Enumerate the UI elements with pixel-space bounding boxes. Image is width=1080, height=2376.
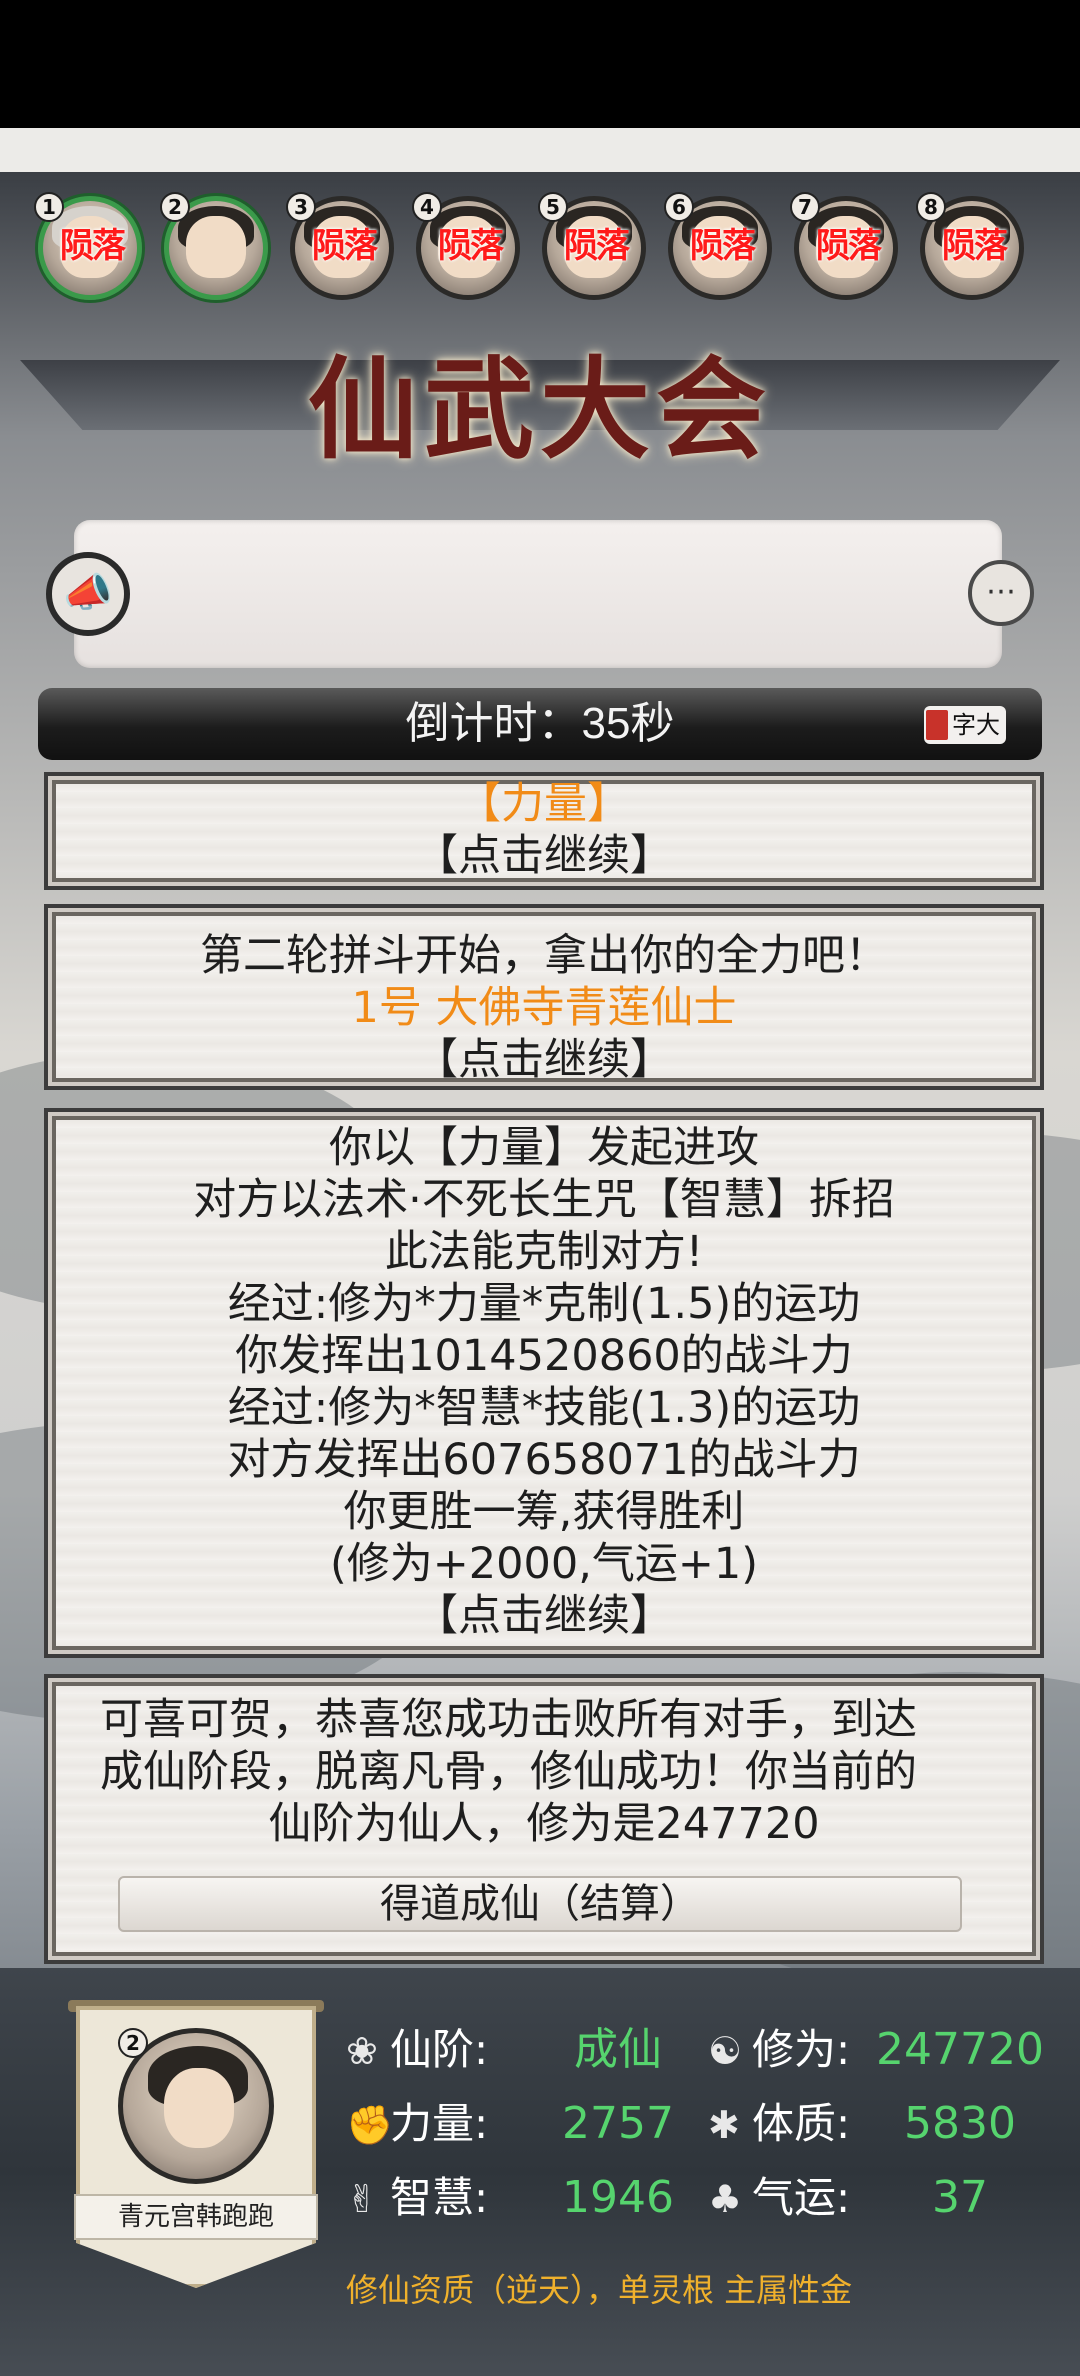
continue-prompt[interactable]: 【点击继续】 [48, 830, 1040, 882]
aptitude-text: 修仙资质（逆天），单灵根 主属性金 [346, 2271, 853, 2309]
victory-text-line: 可喜可贺，恭喜您成功击败所有对手，到达 [100, 1695, 917, 1745]
stat-constitution: ✱ 体质: [708, 2094, 850, 2155]
log-line: 此法能克制对方! [384, 1227, 704, 1277]
stat-rank-value: 成仙 [574, 2024, 662, 2075]
stat-cultivation-value: 247720 [876, 2024, 1044, 2075]
stat-label: 仙阶: [390, 2025, 489, 2074]
my-number-badge: 2 [118, 2028, 148, 2058]
stat-label: 修为: [752, 2025, 851, 2074]
log-line: 你更胜一筹,获得胜利 [343, 1487, 745, 1537]
stat-label: 体质: [752, 2099, 851, 2148]
log-card[interactable]: 你以【力量】发起进攻 对方以法术·不死长生咒【智慧】拆招 此法能克制对方! 经过… [44, 1108, 1044, 1658]
stat-rank: ❀ 仙阶: [346, 2020, 488, 2081]
stat-label: 智慧: [390, 2173, 489, 2222]
swirl-icon: ☯ [708, 2029, 743, 2073]
stat-strength-value: 2757 [562, 2098, 674, 2149]
muscle-icon: ✱ [708, 2103, 740, 2147]
hand-sign-icon: ✌ [346, 2177, 378, 2221]
log-line: 对方以法术·不死长生咒【智慧】拆招 [193, 1175, 895, 1225]
log-card[interactable]: 第二轮拼斗开始，拿出你的全力吧！ 1号 大佛寺青莲仙士 【点击继续】 [44, 904, 1044, 1090]
my-avatar-face [164, 2068, 234, 2148]
log-line: 对方发挥出607658071的战斗力 [227, 1435, 861, 1485]
fist-icon: ✊ [346, 2103, 394, 2147]
log-line: 经过:修为*智慧*技能(1.3)的运功 [227, 1383, 861, 1433]
log-line: 经过:修为*力量*克制(1.5)的运功 [227, 1279, 861, 1329]
clover-icon: ♣ [708, 2177, 743, 2221]
stat-luck: ♣ 气运: [708, 2168, 850, 2229]
stat-wisdom: ✌ 智慧: [346, 2168, 488, 2229]
stat-cultivation: ☯ 修为: [708, 2020, 850, 2081]
opponent-name: 1号 大佛寺青莲仙士 [351, 983, 737, 1033]
log-card[interactable]: 【力量】 【点击继续】 [44, 772, 1044, 890]
continue-prompt[interactable]: 【点击继续】 [48, 1034, 1040, 1086]
stat-label: 力量: [390, 2099, 489, 2148]
log-line-highlight: 【力量】 [458, 779, 630, 829]
stat-wisdom-value: 1946 [562, 2172, 674, 2223]
continue-prompt[interactable]: 【点击继续】 [48, 1590, 1040, 1642]
victory-text-line: 成仙阶段，脱离凡骨，修仙成功！你当前的 [100, 1747, 917, 1797]
victory-text-line: 仙阶为仙人，修为是247720 [268, 1799, 820, 1849]
settle-button[interactable]: 得道成仙（结算） [118, 1876, 962, 1932]
log-line: (修为+2000,气运+1) [329, 1539, 759, 1589]
log-line: 第二轮拼斗开始，拿出你的全力吧！ [200, 931, 888, 981]
log-line: 你发挥出1014520860的战斗力 [235, 1331, 853, 1381]
stat-luck-value: 37 [932, 2172, 988, 2223]
stat-label: 气运: [752, 2173, 851, 2222]
stat-strength: ✊力量: [346, 2094, 488, 2155]
lotus-icon: ❀ [346, 2029, 378, 2073]
stat-constitution-value: 5830 [904, 2098, 1016, 2149]
log-line: 你以【力量】发起进攻 [329, 1123, 759, 1173]
my-name-label: 青元宫韩跑跑 [74, 2194, 318, 2240]
